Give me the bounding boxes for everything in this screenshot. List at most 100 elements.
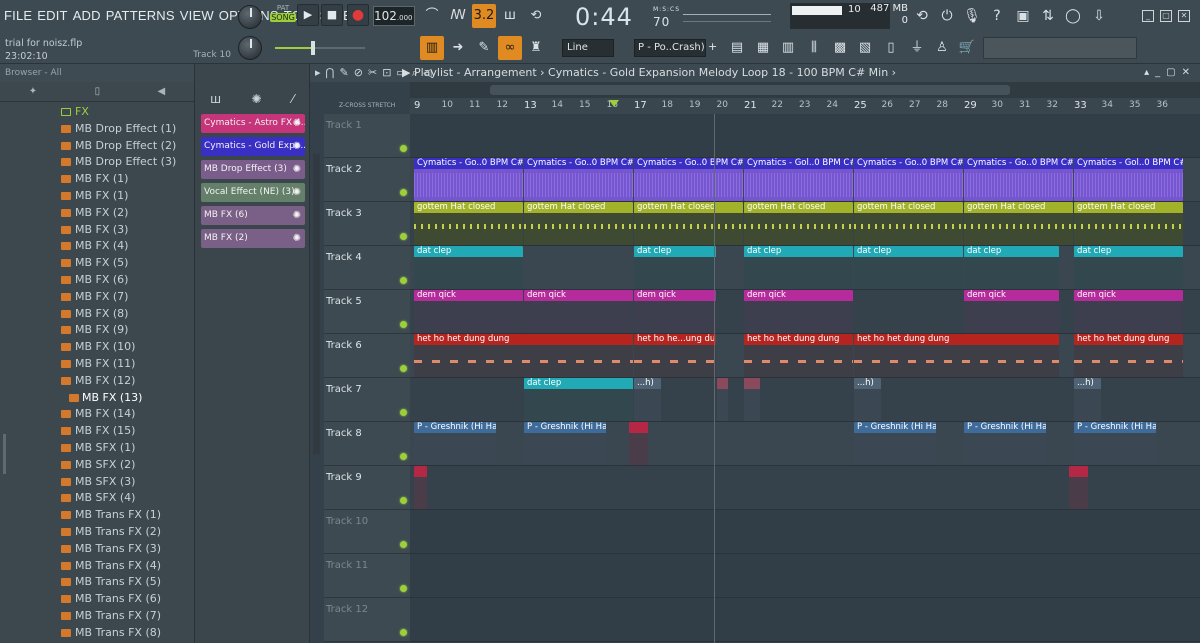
browser-item[interactable]: MB SFX (2) — [0, 457, 194, 474]
save-icon[interactable]: ▣ — [1011, 4, 1035, 28]
track-lane[interactable] — [410, 466, 1200, 510]
piano-roll-icon[interactable]: ▥ — [420, 36, 444, 60]
browser-item[interactable]: MB Trans FX (1) — [0, 507, 194, 524]
loop-record-icon[interactable]: ⟲ — [524, 4, 548, 28]
track-mute-led[interactable] — [400, 145, 407, 152]
browser-item[interactable]: MB FX (6) — [0, 272, 194, 289]
playlist-clip[interactable]: gottem Hat closed — [414, 202, 523, 245]
snap-select[interactable]: Line — [562, 39, 614, 57]
browser-item[interactable]: MB FX (1) — [0, 171, 194, 188]
browser-item[interactable]: MB Trans FX (5) — [0, 574, 194, 591]
track-header[interactable]: Track 11 — [324, 554, 410, 598]
playlist-clip[interactable]: gottem Hat closed — [854, 202, 963, 245]
track-header[interactable]: Track 9 — [324, 466, 410, 510]
main-pitch-knob[interactable] — [238, 36, 262, 60]
undo-icon[interactable]: ⟲ — [910, 4, 934, 28]
playlist-clip[interactable]: het ho het dung dung — [744, 334, 853, 377]
playlist-clip[interactable]: dat clep — [964, 246, 1060, 289]
browser-folder-fx[interactable]: FX — [0, 104, 194, 121]
menu-patterns[interactable]: PATTERNS — [106, 8, 175, 23]
browser-item[interactable]: MB FX (4) — [0, 238, 194, 255]
playlist-clip[interactable] — [628, 422, 649, 465]
playlist-clip[interactable]: gottem Hat closed — [524, 202, 633, 245]
track-header[interactable]: Track 8 — [324, 422, 410, 466]
chat-icon[interactable]: ◯ — [1061, 4, 1085, 28]
browser-item[interactable]: MB SFX (4) — [0, 490, 194, 507]
song-position-clock[interactable]: 0:44 M:S:CS 70 — [575, 3, 679, 31]
browser-item[interactable]: MB FX (11) — [0, 356, 194, 373]
playlist-clip[interactable]: het ho het dung dung — [1074, 334, 1183, 377]
add-pattern-button[interactable]: + — [708, 40, 717, 53]
stop-button[interactable]: ■ — [321, 4, 343, 26]
playlist-clip[interactable]: ...h) — [854, 378, 881, 421]
playlist-clip[interactable]: dem qick — [524, 290, 633, 333]
track-lane[interactable]: het ho het dung dunghet ho he...ung dung… — [410, 334, 1200, 378]
track-lane[interactable]: dem qick dem qick dem qick dem qick dem qick… — [410, 290, 1200, 334]
track-mute-led[interactable] — [400, 541, 407, 548]
playlist-clip[interactable] — [744, 378, 760, 421]
shop-icon[interactable]: 🛒 — [955, 36, 979, 60]
playlist-clip[interactable] — [414, 466, 427, 509]
playlist-clip[interactable]: gottem Hat closed — [1074, 202, 1183, 245]
playlist-clip[interactable]: Cymatics - Gol..0 BPM C# Min — [744, 158, 853, 201]
playlist-overview[interactable] — [410, 82, 1200, 98]
track-header[interactable]: Track 5 — [324, 290, 410, 334]
track-lane[interactable]: P - Greshnik (Hi Hat) P - Greshnik (Hi Ha… — [410, 422, 1200, 466]
playlist-clip[interactable]: ...h) — [1074, 378, 1101, 421]
power-icon[interactable]: ⏻ — [935, 4, 959, 28]
browser-item[interactable]: MB Trans FX (2) — [0, 524, 194, 541]
playlist-clip[interactable]: Cymatics - Go..0 BPM C# Min — [524, 158, 633, 201]
browser-item[interactable]: MB Drop Effect (3) — [0, 154, 194, 171]
track-lane[interactable]: dat clep dat clep dat clep dat clep dat clep… — [410, 246, 1200, 290]
blend-notes-icon[interactable]: ш — [498, 4, 522, 28]
maximize-icon[interactable]: ▢ — [1160, 10, 1172, 22]
track-mute-led[interactable] — [400, 409, 407, 416]
minimize-icon[interactable]: _ — [1142, 10, 1154, 22]
track-header[interactable]: Track 3 — [324, 202, 410, 246]
browser-item[interactable]: MB SFX (3) — [0, 474, 194, 491]
browser-item[interactable]: MB Trans FX (4) — [0, 558, 194, 575]
browser-icon[interactable]: ▧ — [853, 36, 877, 60]
hat-icon[interactable]: ♜ — [524, 36, 548, 60]
picker-clip[interactable]: MB FX (2) ✺ — [201, 229, 305, 248]
playlist-clip[interactable]: dat clep — [854, 246, 963, 289]
audio-tab-icon[interactable]: ✺ — [251, 84, 261, 114]
playlist-clip[interactable]: het ho he...ung dung — [634, 334, 716, 377]
browser-item[interactable]: MB SFX (1) — [0, 440, 194, 457]
playlist-clip[interactable]: dem qick — [634, 290, 716, 333]
playlist-clip[interactable]: dem qick — [964, 290, 1060, 333]
playlist-clip[interactable]: Cymatics - Go..0 BPM C# Min — [964, 158, 1073, 201]
track-mute-led[interactable] — [400, 189, 407, 196]
browser-item[interactable]: MB Drop Effect (2) — [0, 138, 194, 155]
track-mute-led[interactable] — [400, 629, 407, 636]
playlist-clip[interactable] — [1068, 466, 1089, 509]
picker-clip[interactable]: Cymatics - Gold Expa... ✺ — [201, 137, 305, 156]
menu-add[interactable]: ADD — [73, 8, 101, 23]
playlist-clip[interactable]: P - Greshnik (Hi Hat) — [1074, 422, 1156, 465]
plugin-icon[interactable]: ▩ — [828, 36, 852, 60]
pat-song-toggle[interactable]: PAT SONG — [270, 4, 296, 28]
picker-clip[interactable]: Vocal Effect (NE) (3) ✺ — [201, 183, 305, 202]
track-header[interactable]: Track 6 — [324, 334, 410, 378]
browser-item[interactable]: MB FX (8) — [0, 306, 194, 323]
track-mute-led[interactable] — [400, 585, 407, 592]
browser-item[interactable]: MB FX (10) — [0, 339, 194, 356]
mixer-icon[interactable]: ⫼ — [802, 36, 826, 60]
browser-item[interactable]: MB FX (2) — [0, 205, 194, 222]
automation-tab-icon[interactable]: ⁄ — [292, 84, 294, 114]
arrow-icon[interactable]: ➜ — [446, 36, 470, 60]
tab-current-project-icon[interactable]: ▯ — [95, 82, 101, 101]
tempo-display[interactable]: 102.000 — [373, 6, 415, 26]
metronome-icon[interactable]: ⌒ — [420, 4, 444, 28]
track-mute-led[interactable] — [400, 233, 407, 240]
browser-item[interactable]: MB FX (15) — [0, 423, 194, 440]
file-icon[interactable]: ▯ — [879, 36, 903, 60]
picker-clip[interactable]: MB Drop Effect (3) ✺ — [201, 160, 305, 179]
plug-icon[interactable]: ⏚ — [905, 36, 929, 60]
playlist-clip[interactable]: Cymatics - Go..0 BPM C# Min — [414, 158, 523, 201]
track-lane[interactable] — [410, 554, 1200, 598]
track-header[interactable]: Track 12 — [324, 598, 410, 642]
playlist-clip[interactable]: het ho het dung dung — [414, 334, 633, 377]
playlist-clip[interactable]: ...h) — [634, 378, 661, 421]
playlist-clip[interactable]: P - Greshnik (Hi Hat) — [854, 422, 936, 465]
